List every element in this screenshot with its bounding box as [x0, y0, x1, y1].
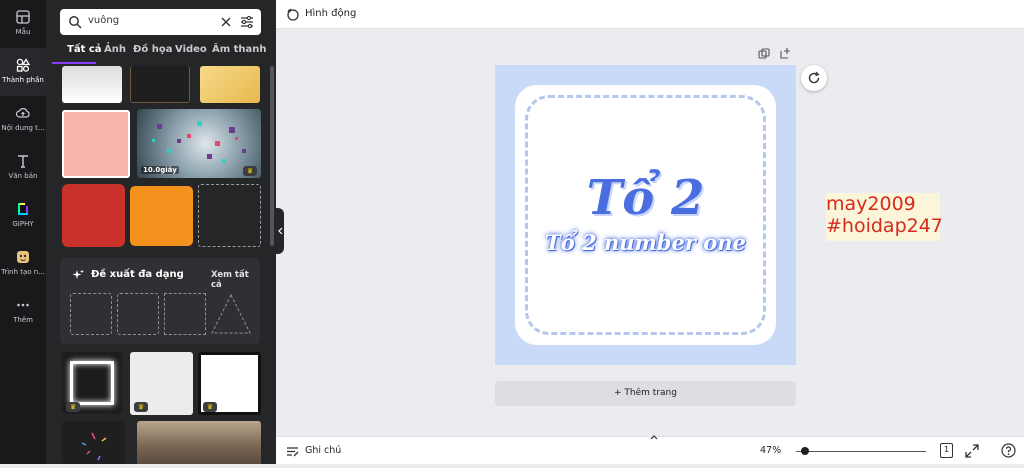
refresh-suggestions-button[interactable]	[801, 65, 827, 91]
notes-button[interactable]: Ghi chú	[305, 445, 341, 456]
design-title[interactable]: Tổ 2	[495, 170, 796, 226]
shapes-icon	[16, 58, 30, 72]
premium-crown-icon: ♛	[134, 402, 148, 412]
watermark-line-2: #hoidap247	[826, 215, 943, 237]
zoom-slider-handle[interactable]	[801, 447, 809, 455]
result-gold-square[interactable]	[200, 66, 260, 103]
see-all-link[interactable]: Xem tất cả	[211, 270, 260, 290]
rail-item-templates[interactable]: Mẫu	[0, 0, 46, 48]
watermark-line-1: may2009	[826, 193, 916, 215]
suggest-shape-square[interactable]	[70, 293, 112, 335]
clear-icon[interactable]	[221, 17, 231, 27]
suggest-shape-square[interactable]	[164, 293, 206, 335]
premium-crown-icon: ♛	[66, 402, 80, 412]
tab-graphics[interactable]: Đồ họa	[133, 44, 172, 55]
confetti-graphic	[81, 432, 107, 461]
design-subtitle[interactable]: Tổ 2 number one	[495, 230, 796, 255]
templates-icon	[16, 10, 30, 24]
rail-label: Nội dung t...	[1, 124, 45, 132]
design-page[interactable]: Tổ 2 Tổ 2 number one	[495, 65, 796, 365]
notes-icon	[287, 447, 299, 457]
left-rail: Mẫu Thành phần Nội dung t... Văn bản GIP…	[0, 0, 46, 464]
elements-panel: vuông Tất cả Ảnh Đồ họa Video Âm thanh 1…	[46, 0, 276, 464]
character-icon	[17, 251, 29, 263]
chevron-up-icon[interactable]	[648, 433, 660, 441]
bottom-bar: Ghi chú 47% 1	[276, 433, 1024, 464]
more-dots-icon	[17, 303, 29, 307]
result-pink-square[interactable]	[62, 110, 130, 178]
rail-label: Mẫu	[15, 28, 31, 36]
animate-icon	[287, 8, 299, 21]
suggest-shape-square[interactable]	[117, 293, 159, 335]
premium-crown-icon: ♛	[203, 402, 217, 412]
giphy-icon	[18, 203, 28, 215]
duplicate-page-icon[interactable]	[758, 48, 770, 60]
rail-label: GIPHY	[12, 220, 34, 228]
result-video-cubes[interactable]: 10.0giây ♛	[137, 109, 261, 178]
rail-item-character-builder[interactable]: Trình tạo n...	[0, 240, 46, 288]
animate-button[interactable]: Hình động	[305, 8, 356, 19]
refresh-icon	[808, 71, 820, 84]
rail-label: Thành phần	[2, 76, 44, 84]
add-page-icon[interactable]	[780, 47, 792, 59]
suggestion-card: Đề xuất đa dạng Xem tất cả	[60, 258, 260, 344]
rail-label: Thêm	[13, 316, 33, 324]
search-icon	[69, 16, 82, 29]
suggest-title: Đề xuất đa dạng	[91, 269, 184, 280]
tab-photos[interactable]: Ảnh	[104, 44, 126, 55]
zoom-slider-track[interactable]	[796, 451, 926, 452]
result-orange-square[interactable]	[130, 186, 193, 246]
result-neon-square[interactable]: ♛	[62, 352, 122, 414]
premium-crown-icon: ♛	[243, 166, 257, 176]
result-frame-square[interactable]	[130, 66, 190, 103]
rail-item-text[interactable]: Văn bản	[0, 144, 46, 192]
cloud-upload-icon	[16, 108, 30, 118]
tab-audio[interactable]: Âm thanh	[212, 44, 267, 55]
result-dashed-square[interactable]	[198, 184, 261, 247]
panel-scrollbar[interactable]	[270, 66, 274, 246]
chevron-left-icon	[278, 227, 283, 235]
collapse-panel-button[interactable]	[276, 208, 284, 254]
rail-label: Văn bản	[8, 172, 38, 180]
active-tab-indicator	[52, 62, 96, 64]
editor-toolbar: Hình động	[276, 0, 1024, 29]
tab-all[interactable]: Tất cả	[67, 44, 102, 55]
rail-item-elements[interactable]: Thành phần	[0, 48, 46, 96]
zoom-level[interactable]: 47%	[760, 445, 781, 456]
result-aerial-photo[interactable]	[137, 421, 261, 464]
fullscreen-icon[interactable]	[965, 444, 979, 458]
filter-icon[interactable]	[240, 15, 254, 29]
rail-item-more[interactable]: Thêm	[0, 288, 46, 336]
rail-item-giphy[interactable]: GIPHY	[0, 192, 46, 240]
add-page-button[interactable]: + Thêm trang	[495, 381, 796, 406]
suggest-shape-triangle[interactable]	[210, 293, 252, 335]
help-icon[interactable]	[1001, 443, 1016, 458]
rail-label: Trình tạo n...	[1, 268, 45, 276]
result-paper-square[interactable]: ♛	[198, 352, 261, 415]
category-tabs: Tất cả Ảnh Đồ họa Video Âm thanh	[60, 44, 270, 64]
sparkle-icon	[72, 269, 84, 279]
result-confetti[interactable]	[62, 421, 125, 464]
result-gradient-square[interactable]	[62, 66, 122, 103]
video-duration: 10.0giây	[141, 166, 179, 174]
text-icon	[18, 155, 28, 168]
tab-video[interactable]: Video	[175, 44, 207, 55]
result-grey-square[interactable]: ♛	[130, 352, 193, 415]
page-count-button[interactable]: 1	[940, 443, 953, 458]
search-input[interactable]: vuông	[88, 15, 119, 26]
search-box[interactable]: vuông	[60, 9, 261, 35]
rail-item-uploads[interactable]: Nội dung t...	[0, 96, 46, 144]
page-number: 1	[943, 445, 950, 454]
result-red-square[interactable]	[62, 184, 125, 247]
watermark: may2009 #hoidap247	[826, 193, 943, 241]
